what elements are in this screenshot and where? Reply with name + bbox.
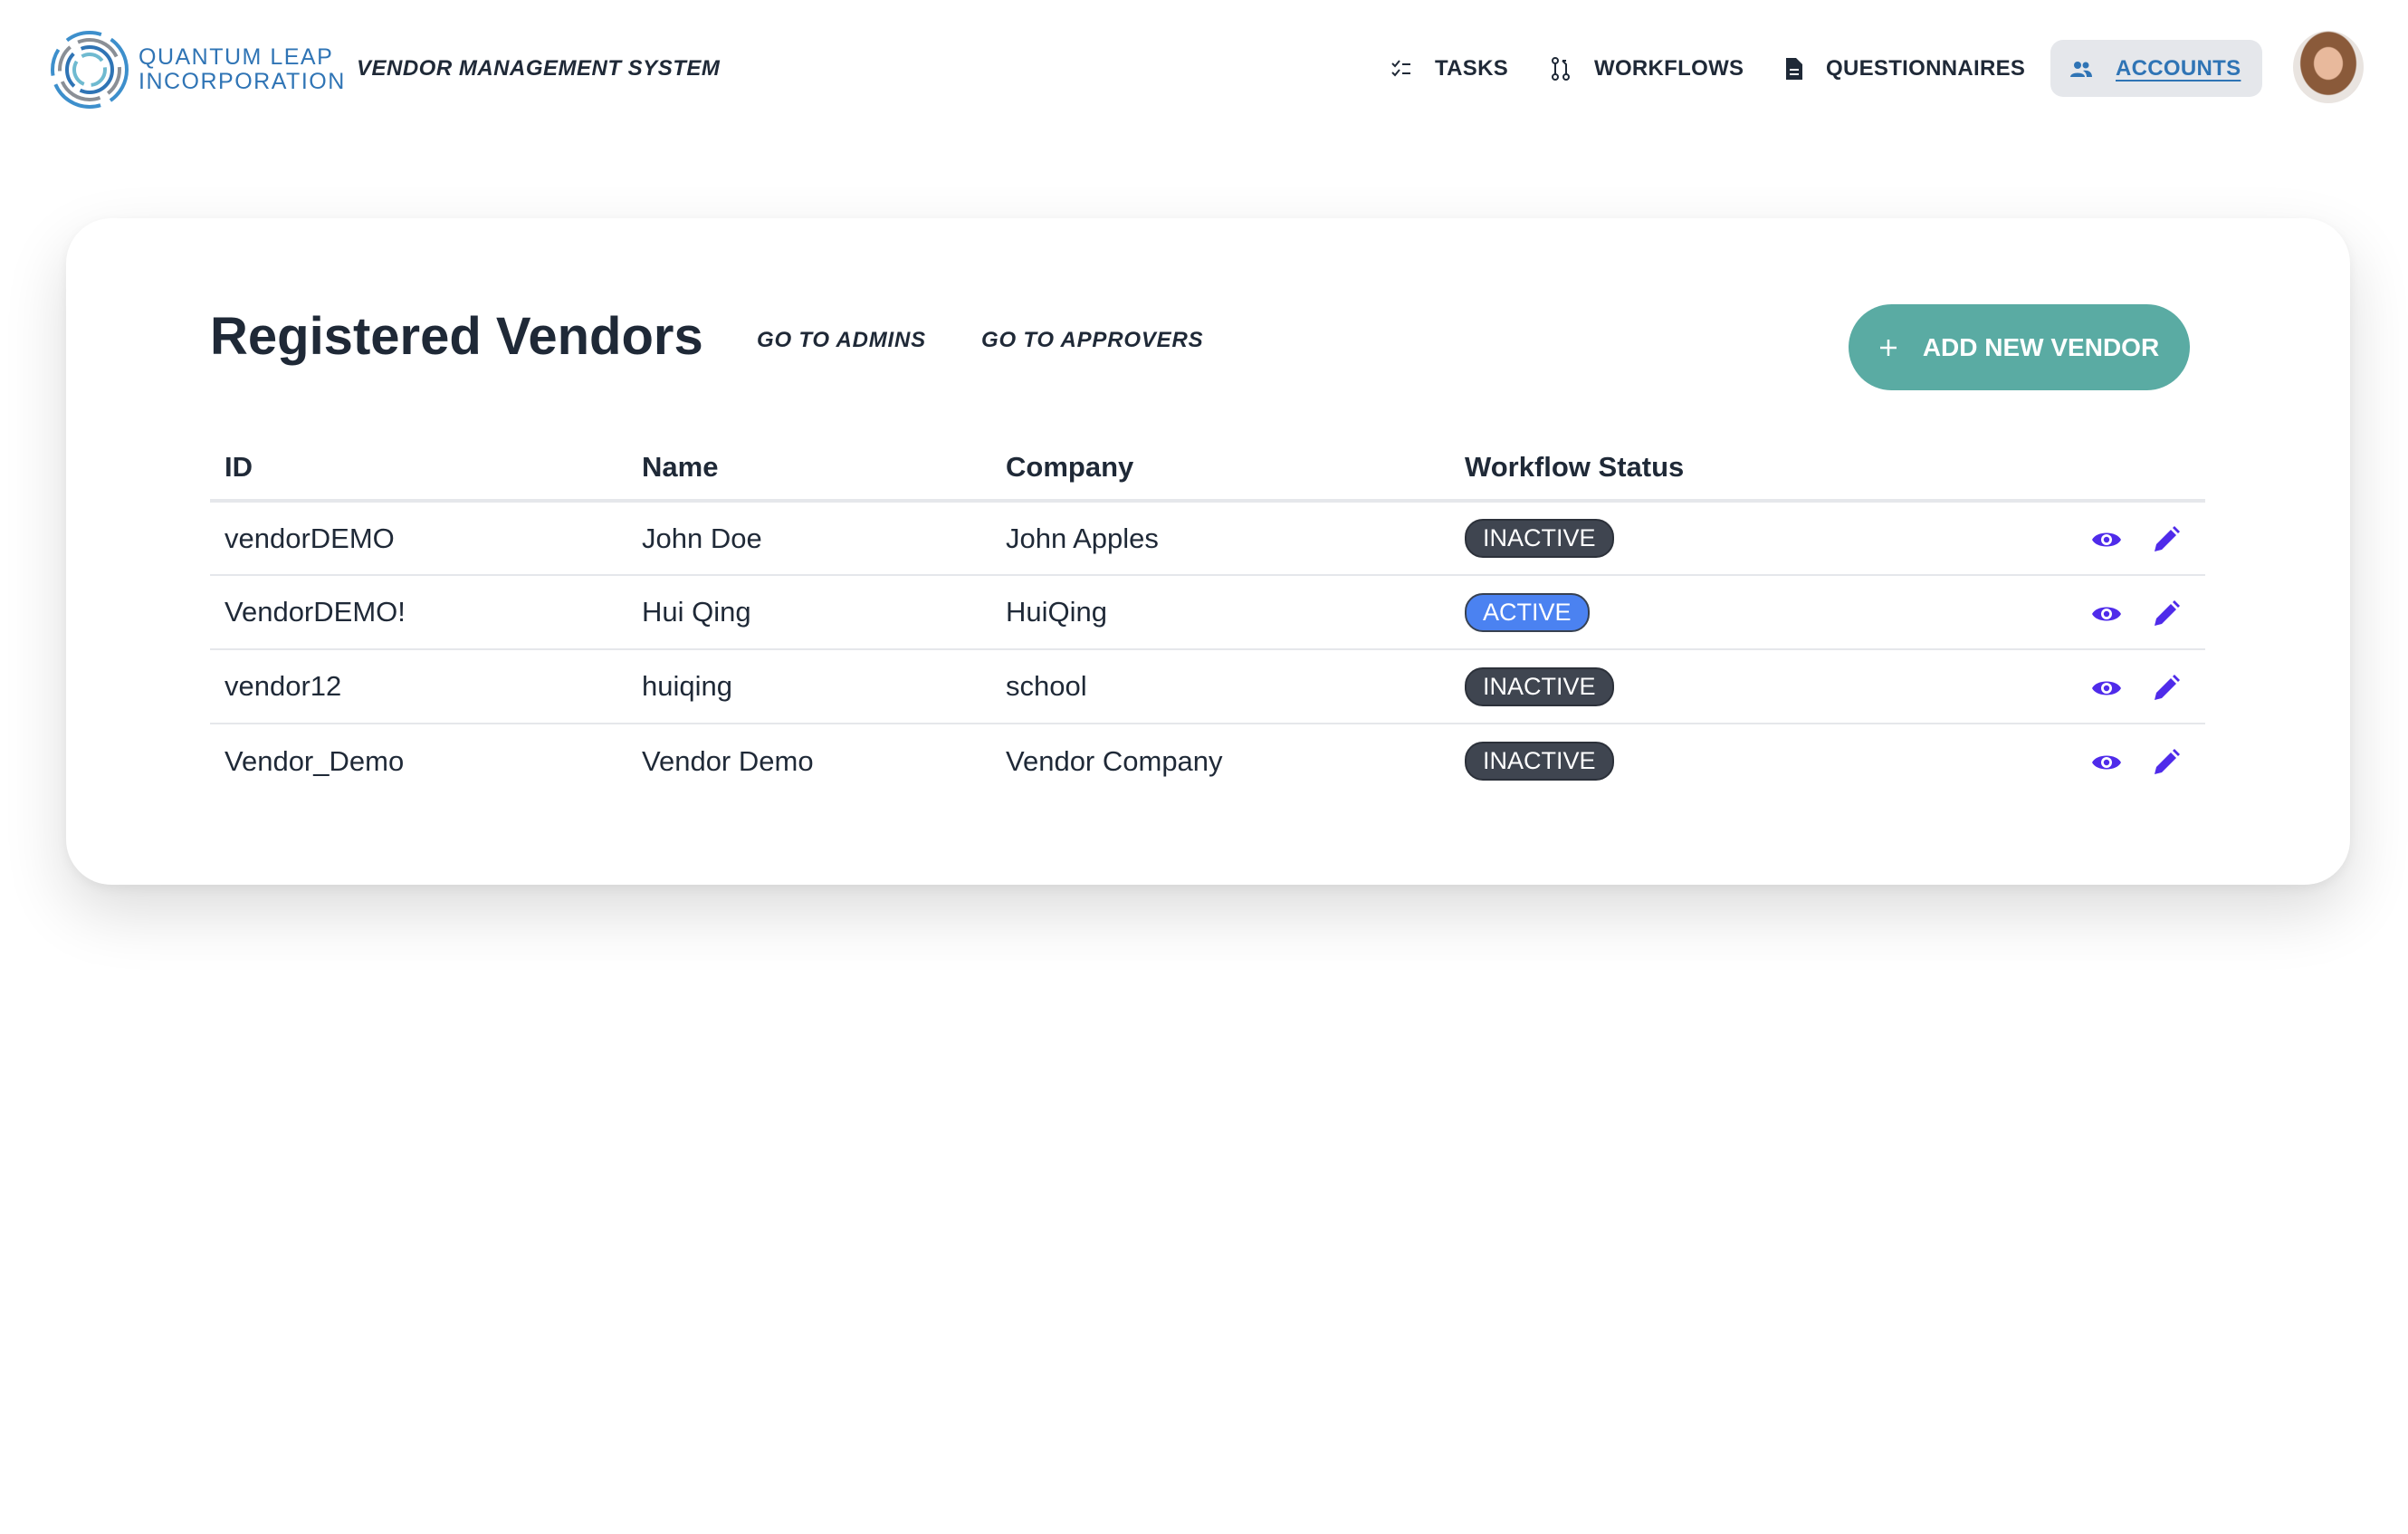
header-name: Name: [627, 435, 991, 503]
document-icon: [1786, 57, 1802, 80]
cell-name: Hui Qing: [627, 575, 991, 650]
nav-tasks-label: TASKS: [1435, 55, 1509, 81]
edit-pencil-icon[interactable]: [2153, 599, 2180, 628]
cell-name: Vendor Demo: [642, 744, 814, 777]
status-badge: INACTIVE: [1465, 666, 1614, 706]
add-new-vendor-button[interactable]: ADD NEW VENDOR: [1849, 304, 2190, 390]
git-pull-request-icon: [1552, 56, 1570, 81]
nav-accounts[interactable]: ACCOUNTS: [2050, 40, 2262, 97]
status-badge: INACTIVE: [1465, 519, 1614, 558]
cell-company: school: [991, 649, 1450, 724]
cell-actions: [1903, 575, 2205, 650]
nav-workflows[interactable]: WORKFLOWS: [1551, 40, 1744, 97]
view-eye-icon[interactable]: [2091, 677, 2122, 699]
table-header-row: ID Name Company Workflow Status: [210, 435, 2205, 503]
view-eye-icon[interactable]: [2091, 603, 2122, 625]
go-to-admins-link[interactable]: GO TO ADMINS: [757, 328, 926, 353]
logo-line2: INCORPORATION: [139, 69, 346, 94]
cell-id: Vendor_Demo: [225, 744, 405, 777]
header-actions: [1903, 435, 2205, 503]
status-badge: INACTIVE: [1465, 742, 1614, 781]
edit-pencil-icon[interactable]: [2153, 674, 2180, 702]
cell-actions: [1903, 649, 2205, 724]
edit-pencil-icon[interactable]: [2153, 526, 2180, 553]
cell-company: HuiQing: [991, 575, 1450, 650]
cell-name: John Doe: [627, 501, 991, 576]
cell-id: vendorDEMO: [210, 501, 627, 576]
cell-id: VendorDEMO!: [210, 575, 627, 650]
table-row: vendorDEMO John Doe John Apples INACTIVE: [210, 501, 2205, 576]
header-company: Company: [991, 435, 1450, 503]
table-row: Vendor_Demo Vendor Demo Vendor Company I…: [210, 724, 2205, 798]
page-title: Registered Vendors: [210, 307, 703, 366]
cell-name: huiqing: [627, 649, 991, 724]
nav-accounts-label: ACCOUNTS: [2116, 55, 2241, 81]
checklist-icon: [1391, 59, 1410, 76]
header-id: ID: [210, 435, 627, 503]
nav-tasks[interactable]: TASKS: [1391, 40, 1508, 97]
nav-workflows-label: WORKFLOWS: [1594, 55, 1744, 81]
cell-status: INACTIVE: [1450, 724, 1903, 798]
cell-status: INACTIVE: [1450, 501, 1903, 576]
vendors-table: ID Name Company Workflow Status vendorDE…: [210, 435, 2205, 798]
cell-actions: [1903, 724, 2205, 798]
add-new-vendor-label: ADD NEW VENDOR: [1922, 332, 2160, 361]
table-row: VendorDEMO! Hui Qing HuiQing ACTIVE: [210, 575, 2205, 650]
cell-company: John Apples: [991, 501, 1450, 576]
users-icon: [2070, 61, 2092, 77]
nav-questionnaires-label: QUESTIONNAIRES: [1826, 55, 2026, 81]
view-eye-icon[interactable]: [2091, 529, 2122, 551]
company-logo: [51, 31, 129, 109]
table-row: vendor12 huiqing school INACTIVE: [210, 649, 2205, 724]
cell-status: ACTIVE: [1450, 575, 1903, 650]
header-workflow-status: Workflow Status: [1450, 435, 1903, 503]
cell-company: Vendor Company: [1006, 744, 1223, 777]
go-to-approvers-link[interactable]: GO TO APPROVERS: [981, 328, 1203, 353]
edit-pencil-icon[interactable]: [2153, 749, 2180, 776]
view-eye-icon[interactable]: [2091, 752, 2122, 773]
plus-icon: [1879, 339, 1897, 356]
status-badge: ACTIVE: [1465, 592, 1590, 632]
logo-text: QUANTUM LEAP INCORPORATION: [139, 45, 346, 94]
cell-status: INACTIVE: [1450, 649, 1903, 724]
logo-line1: QUANTUM LEAP: [139, 44, 334, 70]
cell-id: vendor12: [210, 649, 627, 724]
system-title: VENDOR MANAGEMENT SYSTEM: [357, 56, 721, 81]
cell-actions: [1903, 501, 2205, 576]
user-avatar[interactable]: [2293, 31, 2364, 103]
nav-questionnaires[interactable]: QUESTIONNAIRES: [1786, 40, 2025, 97]
